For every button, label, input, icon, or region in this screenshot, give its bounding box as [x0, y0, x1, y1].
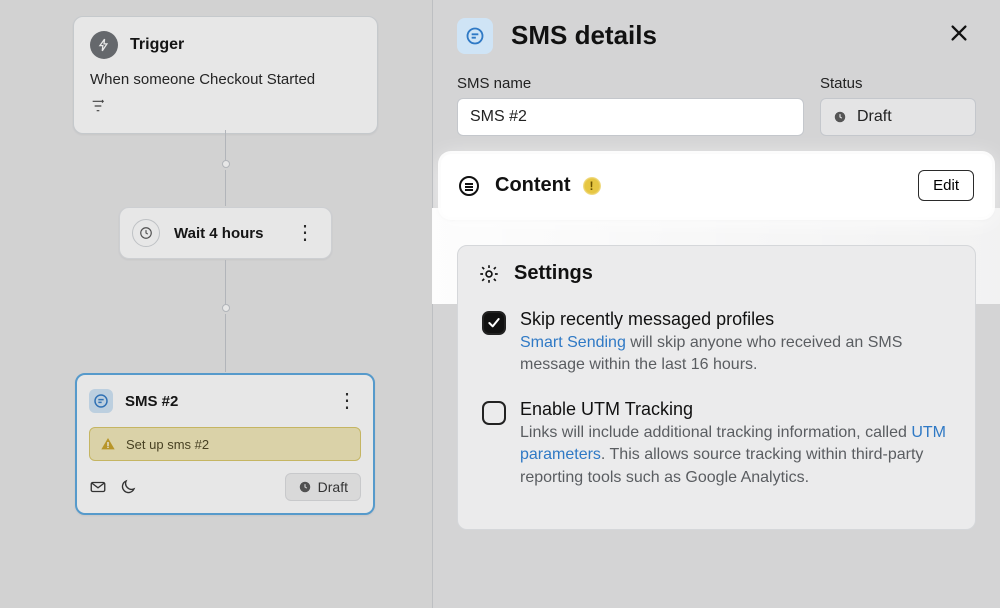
- content-section: Content ! Edit: [441, 154, 992, 217]
- trigger-title: Trigger: [130, 36, 184, 54]
- sms-setup-warning[interactable]: Set up sms #2: [89, 427, 361, 461]
- edit-content-button[interactable]: Edit: [918, 170, 974, 201]
- gear-icon: [478, 263, 500, 285]
- utm-title: Enable UTM Tracking: [520, 399, 951, 420]
- flow-canvas: Trigger When someone Checkout Started Wa…: [0, 0, 432, 608]
- sms-node[interactable]: SMS #2 ⋮ Set up sms #2 Draft: [75, 373, 375, 515]
- wait-node[interactable]: Wait 4 hours ⋮: [119, 207, 332, 259]
- sms-name-label: SMS name: [457, 75, 804, 92]
- content-warning-badge: !: [583, 177, 601, 195]
- content-heading: Content: [495, 174, 571, 197]
- wait-menu-button[interactable]: ⋮: [291, 219, 319, 247]
- sms-icon: [89, 389, 113, 413]
- skip-recent-desc: Smart Sending will skip anyone who recei…: [520, 332, 951, 377]
- utm-tracking-checkbox[interactable]: [482, 401, 506, 425]
- moon-icon[interactable]: [119, 478, 137, 496]
- settings-section: Settings Skip recently messaged profiles…: [457, 245, 976, 530]
- connector-dot: [222, 304, 230, 312]
- envelope-icon[interactable]: [89, 478, 107, 496]
- sms-node-title: SMS #2: [125, 393, 178, 410]
- connector-line: [225, 130, 226, 162]
- sms-warning-text: Set up sms #2: [126, 437, 209, 452]
- status-chip-draft: Draft: [285, 473, 361, 501]
- trigger-node[interactable]: Trigger When someone Checkout Started: [73, 16, 378, 134]
- skip-recent-checkbox[interactable]: [482, 311, 506, 335]
- status-chip-text: Draft: [318, 479, 348, 495]
- connector-dot: [222, 160, 230, 168]
- smart-sending-link[interactable]: Smart Sending: [520, 334, 626, 351]
- details-panel: SMS details SMS name Status Draft Conten…: [432, 0, 1000, 608]
- sms-icon: [457, 18, 493, 54]
- settings-heading: Settings: [514, 262, 593, 285]
- status-select[interactable]: Draft: [820, 98, 976, 136]
- skip-recent-title: Skip recently messaged profiles: [520, 309, 951, 330]
- panel-title: SMS details: [511, 20, 657, 51]
- status-value: Draft: [857, 108, 892, 126]
- clock-icon: [132, 219, 160, 247]
- close-button[interactable]: [942, 16, 976, 55]
- wait-label: Wait 4 hours: [174, 225, 263, 242]
- utm-desc: Links will include additional tracking i…: [520, 422, 951, 489]
- trigger-description: When someone Checkout Started: [90, 71, 361, 88]
- content-icon: [459, 176, 479, 196]
- sms-menu-button[interactable]: ⋮: [333, 387, 361, 415]
- sms-name-input[interactable]: [457, 98, 804, 136]
- connector-line: [225, 314, 226, 372]
- connector-line: [225, 170, 226, 206]
- connector-line: [225, 260, 226, 306]
- status-label: Status: [820, 75, 976, 92]
- bolt-icon: [90, 31, 118, 59]
- filter-icon[interactable]: [90, 98, 361, 119]
